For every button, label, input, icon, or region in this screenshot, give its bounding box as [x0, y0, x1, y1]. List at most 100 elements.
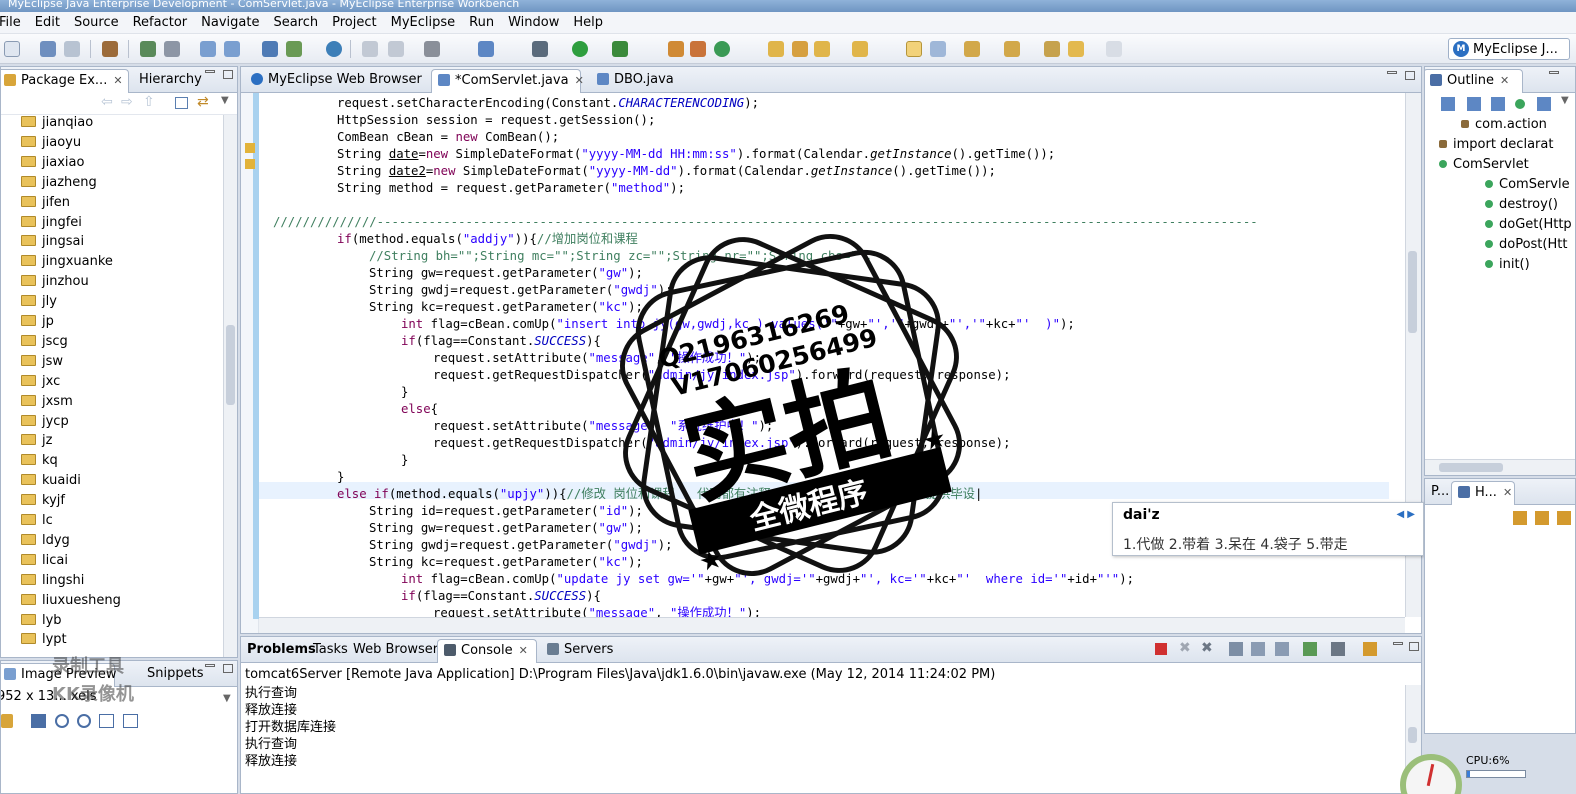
maximize-icon[interactable] — [223, 664, 233, 673]
tab-package-explorer[interactable]: Package Ex... ✕ — [1, 69, 129, 93]
menu-refactor[interactable]: Refactor — [126, 15, 195, 30]
toggle-mark-icon[interactable] — [906, 41, 922, 57]
tree-item[interactable]: jz — [7, 431, 52, 451]
tree-item[interactable]: ldyg — [7, 531, 70, 551]
tab-dbo[interactable]: DBO.java — [591, 69, 680, 93]
new-java-project-icon[interactable] — [668, 41, 684, 57]
tree-item[interactable]: jingsai — [7, 232, 84, 252]
maximize-icon[interactable] — [1405, 71, 1415, 80]
tree-item[interactable]: lc — [7, 511, 53, 531]
tree-item[interactable]: jycp — [7, 412, 69, 432]
ime-page-arrows-icon[interactable]: ◀ ▶ — [1396, 509, 1415, 520]
close-icon[interactable]: ✕ — [1500, 74, 1509, 87]
tree-item[interactable]: licai — [7, 551, 68, 571]
show-whitespace-icon[interactable] — [930, 41, 946, 57]
tree-item[interactable]: lypt — [7, 630, 67, 650]
view-menu-icon[interactable]: ▼ — [223, 693, 231, 704]
close-icon[interactable]: ✕ — [575, 74, 584, 87]
minimize-icon[interactable] — [1549, 71, 1559, 74]
tree-item[interactable]: kq — [7, 451, 58, 471]
close-icon[interactable]: ✕ — [1503, 486, 1512, 499]
tree-item[interactable]: jiaxiao — [7, 153, 84, 173]
pen-icon[interactable] — [792, 41, 808, 57]
wizard-icon[interactable] — [200, 41, 216, 57]
ime-candidate-window[interactable]: dai'z ◀ ▶ 1.代做 2.带着 3.呆在 4.袋子 5.带走 — [1112, 502, 1424, 556]
search-folder-icon[interactable] — [852, 41, 868, 57]
tab-snippets[interactable]: Snippets — [141, 663, 209, 687]
pin-icon[interactable] — [1303, 642, 1317, 656]
folder-icon[interactable] — [814, 41, 830, 57]
scroll-lock-icon[interactable] — [1229, 642, 1243, 656]
next-annotation-icon[interactable] — [964, 41, 980, 57]
run-external-icon[interactable] — [612, 41, 628, 57]
hide-nonpublic-icon[interactable] — [1515, 99, 1525, 109]
outline-item[interactable]: init() — [1485, 255, 1530, 275]
tab-web-browser-view[interactable]: Web Browser — [347, 639, 444, 663]
outline-item[interactable]: doGet(Http — [1485, 215, 1572, 235]
outline-item[interactable]: import declarat — [1439, 135, 1553, 155]
tree-item[interactable]: lyb — [7, 611, 62, 631]
tab-outline[interactable]: Outline ✕ — [1425, 69, 1523, 93]
tree-item[interactable]: jsw — [7, 352, 63, 372]
wizard2-icon[interactable] — [224, 41, 240, 57]
open-folder-icon[interactable] — [768, 41, 784, 57]
explorer-scrollbar[interactable] — [223, 115, 237, 657]
menu-myeclipse[interactable]: MyEclipse — [384, 15, 463, 30]
debug-config-icon[interactable] — [140, 41, 156, 57]
sync-icon[interactable] — [1513, 511, 1527, 525]
forward-icon[interactable] — [1106, 41, 1122, 57]
tree-item[interactable]: jianqiao — [7, 113, 93, 133]
menu-window[interactable]: Window — [501, 15, 566, 30]
hide-static-icon[interactable] — [1491, 97, 1505, 111]
minimize-icon[interactable] — [1387, 71, 1397, 74]
menu-file[interactable]: File — [0, 15, 28, 30]
globe-icon[interactable] — [326, 41, 342, 57]
actual-size-icon[interactable] — [99, 714, 114, 728]
tab-web-browser[interactable]: MyEclipse Web Browser — [245, 69, 428, 93]
server-icon[interactable] — [102, 41, 118, 57]
tab-comservlet[interactable]: *ComServlet.java ✕ — [431, 69, 584, 93]
open-console-icon[interactable] — [1363, 642, 1377, 656]
forward-arrow-icon[interactable]: ⇨ — [121, 94, 133, 110]
remove-launch-icon[interactable]: ✖ — [1179, 640, 1191, 656]
remove-all-icon[interactable]: ✖ — [1201, 640, 1213, 656]
new-class-icon[interactable] — [714, 41, 730, 57]
minimize-icon[interactable] — [205, 664, 215, 667]
minimize-icon[interactable] — [1393, 642, 1403, 645]
open-task-icon[interactable] — [388, 41, 404, 57]
tree-item[interactable]: jp — [7, 312, 54, 332]
sort-icon[interactable] — [1441, 97, 1455, 111]
refresh-icon[interactable] — [1557, 511, 1571, 525]
menu-run[interactable]: Run — [462, 15, 501, 30]
tree-item[interactable]: jscg — [7, 332, 68, 352]
camera-icon[interactable] — [424, 41, 440, 57]
display-console-icon[interactable] — [1331, 642, 1345, 656]
tree-item[interactable]: jiazheng — [7, 173, 97, 193]
word-wrap-icon[interactable] — [1275, 642, 1289, 656]
open-type-icon[interactable] — [362, 41, 378, 57]
menu-help[interactable]: Help — [566, 15, 610, 30]
tree-item[interactable]: liuxuesheng — [7, 591, 121, 611]
new-icon[interactable] — [4, 41, 20, 57]
up-icon[interactable]: ⇧ — [143, 94, 155, 110]
new-package-icon[interactable] — [690, 41, 706, 57]
outline-hscroll-thumb[interactable] — [1439, 463, 1503, 472]
editor-hscrollbar[interactable] — [259, 617, 1405, 633]
tree-item[interactable]: kyjf — [7, 491, 65, 511]
outline-item[interactable]: ComServlet — [1439, 155, 1529, 175]
outline-item[interactable]: com.action — [1461, 115, 1547, 135]
outline-item[interactable]: ComServle — [1485, 175, 1570, 195]
tree-item[interactable]: lingshi — [7, 571, 84, 591]
close-icon[interactable]: ✕ — [519, 644, 528, 657]
menu-navigate[interactable]: Navigate — [194, 15, 266, 30]
hide-fields-icon[interactable] — [1467, 97, 1481, 111]
tab-hierarchy[interactable]: Hierarchy — [133, 69, 208, 93]
menu-edit[interactable]: Edit — [28, 15, 67, 30]
perspective-switcher[interactable]: M MyEclipse J... — [1448, 38, 1570, 60]
tab-servers[interactable]: Servers — [541, 639, 619, 663]
ime-candidates[interactable]: 1.代做 2.带着 3.呆在 4.袋子 5.带走 — [1123, 534, 1348, 554]
lock-icon[interactable] — [164, 41, 180, 57]
run-icon[interactable] — [572, 41, 588, 57]
hide-local-icon[interactable] — [1537, 97, 1551, 111]
view-menu-icon[interactable]: ▼ — [221, 95, 229, 106]
